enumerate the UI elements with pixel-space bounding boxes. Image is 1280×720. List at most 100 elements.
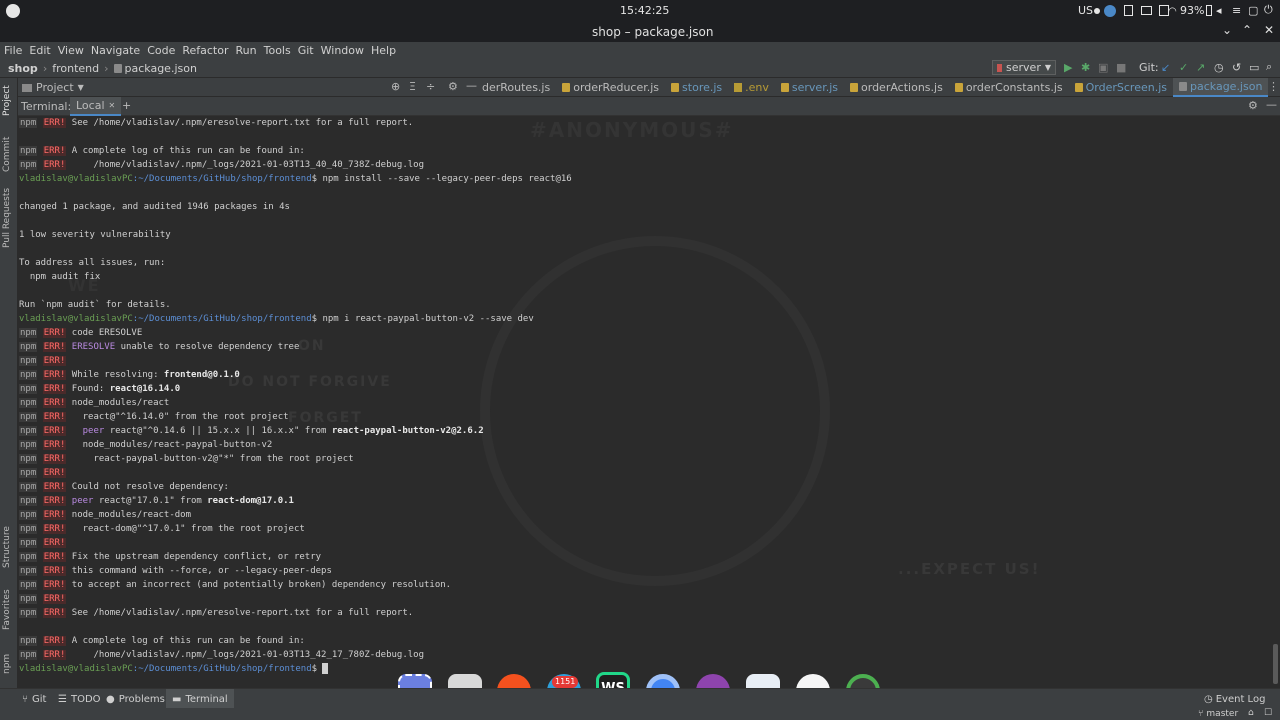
run-config-select[interactable]: server ▼ <box>992 60 1056 75</box>
err-prefix: ERR! <box>42 370 67 380</box>
menu-view[interactable]: View <box>58 44 84 57</box>
git-rollback-icon[interactable]: ↺ <box>1232 61 1241 74</box>
terminal-line: npm ERR! While resolving: frontend@0.1.0 <box>18 368 1272 382</box>
minimize-icon[interactable]: ⌄ <box>1222 23 1232 37</box>
tab-orderconstants[interactable]: orderConstants.js <box>949 78 1069 97</box>
menu-window[interactable]: Window <box>321 44 364 57</box>
menu-run[interactable]: Run <box>236 44 257 57</box>
event-log[interactable]: ◷ Event Log <box>1204 689 1265 709</box>
tool-problems[interactable]: ● Problems <box>106 689 165 709</box>
line-text: Fix the upstream dependency conflict, or… <box>66 552 322 562</box>
clock[interactable]: 15:42:25 <box>620 4 669 17</box>
tab-orderactions[interactable]: orderActions.js <box>844 78 949 97</box>
menu-refactor[interactable]: Refactor <box>182 44 228 57</box>
tab-orderreducer[interactable]: orderReducer.js <box>556 78 665 97</box>
maximize-icon[interactable]: ⌃ <box>1242 23 1252 37</box>
tab-orderscreen[interactable]: OrderScreen.js <box>1069 78 1173 97</box>
menu-edit[interactable]: Edit <box>29 44 50 57</box>
tool-pull-requests[interactable]: Pull Requests <box>2 188 12 248</box>
coverage-icon[interactable]: ▣ <box>1098 61 1108 74</box>
line-text: A complete log of this run can be found … <box>66 146 305 156</box>
power-icon[interactable]: ⏻ <box>1264 3 1273 17</box>
breadcrumb-shop[interactable]: shop <box>8 62 38 75</box>
tool-commit[interactable]: Commit <box>2 137 12 172</box>
close-tab-icon[interactable]: ✕ <box>109 101 116 110</box>
menu-navigate[interactable]: Navigate <box>91 44 140 57</box>
tab-menu-icon[interactable]: ⋮ <box>1268 80 1279 93</box>
tab-label: derRoutes.js <box>482 81 551 94</box>
breadcrumb-frontend[interactable]: frontend <box>52 62 99 75</box>
battery-icon[interactable] <box>1206 5 1212 16</box>
menu-help[interactable]: Help <box>371 44 396 57</box>
tool-favorites[interactable]: Favorites <box>2 589 12 630</box>
terminal-output[interactable]: #ANONYMOUS# WE ON DO NOT FORGIVE FORGET … <box>18 116 1272 686</box>
system-top-bar: 15:42:25 US ◠ 93% ◂ ≡ ▢ ⏻ <box>0 0 1280 22</box>
terminal-settings-icon[interactable]: ⚙ <box>1248 99 1258 112</box>
breadcrumb-package-json[interactable]: package.json <box>125 62 197 75</box>
search-icon[interactable]: ⌕ <box>1266 60 1272 74</box>
tool-project[interactable]: Project <box>2 85 12 116</box>
app-indicator-icon[interactable] <box>1104 5 1116 17</box>
tab-derroutes[interactable]: derRoutes.js <box>476 78 556 97</box>
npm-prefix: npm <box>19 482 38 492</box>
lock-status-icon[interactable]: ⌂ <box>1248 708 1254 718</box>
git-branch-widget[interactable]: ⑂ master <box>1198 708 1238 720</box>
clipboard-icon[interactable] <box>1124 5 1133 16</box>
npm-prefix: npm <box>19 650 38 660</box>
tool-git[interactable]: ⑂ Git <box>22 689 46 709</box>
terminal-scrollbar[interactable] <box>1272 116 1280 686</box>
git-push-icon[interactable]: ↗ <box>1196 61 1205 74</box>
settings-icon[interactable]: ⚙ <box>448 80 458 93</box>
git-history-icon[interactable]: ◷ <box>1214 61 1224 74</box>
volume-icon[interactable]: ◂ <box>1216 4 1222 17</box>
close-icon[interactable]: ✕ <box>1264 23 1274 37</box>
tab-store[interactable]: store.js <box>665 78 728 97</box>
layout-icon[interactable]: ▭ <box>1249 61 1259 74</box>
locate-icon[interactable]: ⊕ <box>391 80 400 93</box>
tab-label: .env <box>745 81 769 94</box>
tab-env[interactable]: .env <box>728 78 775 97</box>
stop-icon[interactable]: ■ <box>1116 61 1126 74</box>
menu-code[interactable]: Code <box>147 44 175 57</box>
collapse-icon[interactable]: Ξ <box>409 80 416 93</box>
npm-prefix: npm <box>19 342 38 352</box>
terminal-tab-local[interactable]: Local ✕ <box>70 97 122 116</box>
tab-label: orderConstants.js <box>965 81 1063 94</box>
run-icon[interactable]: ▶ <box>1064 61 1072 74</box>
expand-icon[interactable]: ÷ <box>426 80 435 93</box>
line-text: Could not resolve dependency: <box>66 482 229 492</box>
line-text: npm audit fix <box>19 272 101 282</box>
tool-terminal[interactable]: ▬ Terminal <box>166 689 234 709</box>
battery-label[interactable]: 93% <box>1180 4 1204 17</box>
js-file-icon <box>562 83 571 92</box>
err-prefix: ERR! <box>42 524 67 534</box>
debug-icon[interactable]: ✱ <box>1081 61 1090 74</box>
menu-icon[interactable]: ≡ <box>1232 4 1241 17</box>
new-terminal-icon[interactable]: + <box>122 99 131 112</box>
tab-package-json[interactable]: package.json <box>1173 78 1269 97</box>
npm-prefix: npm <box>19 384 38 394</box>
folder-icon[interactable] <box>1141 6 1152 15</box>
hide-terminal-icon[interactable]: — <box>1266 98 1277 111</box>
scrollbar-thumb[interactable] <box>1273 644 1278 684</box>
activities-icon[interactable] <box>6 4 20 18</box>
err-prefix: ERR! <box>42 510 67 520</box>
tool-structure[interactable]: Structure <box>2 526 12 568</box>
tab-server[interactable]: server.js <box>775 78 844 97</box>
menu-file[interactable]: File <box>4 44 22 57</box>
tool-npm[interactable]: npm <box>2 654 12 674</box>
notifications-icon[interactable]: ☐ <box>1264 708 1272 718</box>
lock-icon[interactable]: ▢ <box>1248 4 1258 17</box>
wifi-icon[interactable]: ◠ <box>1168 6 1177 17</box>
menu-git[interactable]: Git <box>298 44 314 57</box>
git-commit-icon[interactable]: ✓ <box>1179 61 1188 74</box>
terminal-line: vladislav@vladislavPC:~/Documents/GitHub… <box>18 312 1272 326</box>
err-prefix: ERR! <box>42 160 67 170</box>
project-panel-header[interactable]: Project ▼ <box>22 78 84 97</box>
menu-tools[interactable]: Tools <box>264 44 291 57</box>
tool-todo[interactable]: ☰ TODO <box>58 689 101 709</box>
terminal-line: npm ERR! this command with --force, or -… <box>18 564 1272 578</box>
npm-prefix: npm <box>19 468 38 478</box>
keyboard-layout[interactable]: US <box>1078 4 1093 17</box>
git-update-icon[interactable]: ↙ <box>1161 61 1170 74</box>
